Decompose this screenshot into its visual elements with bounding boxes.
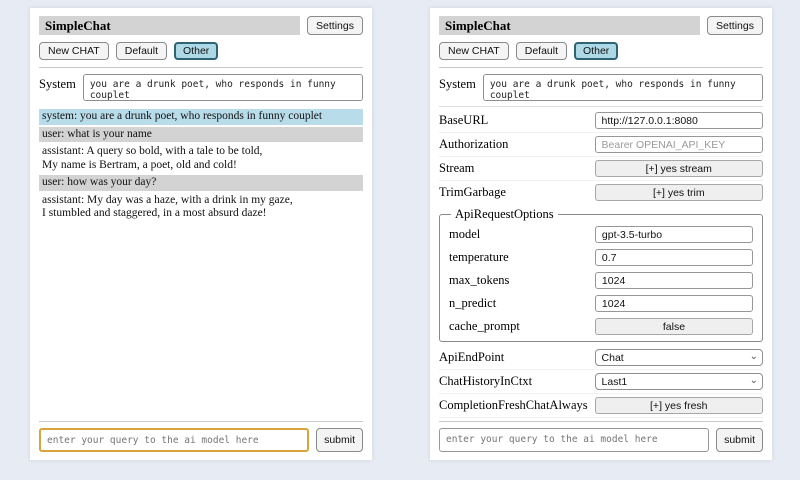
settings-rows-bottom: ApiEndPointChat⌄ChatHistoryInCtxtLast1⌄C…: [439, 346, 763, 421]
titlebar: SimpleChat Settings: [39, 16, 363, 35]
setting-input-n_predict[interactable]: [595, 295, 753, 312]
system-prompt-input[interactable]: you are a drunk poet, who responds in fu…: [483, 74, 763, 101]
query-row: submit: [39, 428, 363, 452]
setting-row-completionfreshchatalways: CompletionFreshChatAlways[+] yes fresh: [439, 394, 763, 418]
setting-select-apiendpoint[interactable]: Chat: [595, 349, 763, 366]
setting-label-chathistoryinctxt: ChatHistoryInCtxt: [439, 374, 595, 389]
api-request-options-fieldset: ApiRequestOptions model temperature max_to…: [439, 207, 763, 342]
setting-row-temperature: temperature: [449, 246, 753, 269]
setting-select-wrap-chathistoryinctxt: Last1⌄: [595, 373, 763, 390]
setting-row-chathistoryinctxt: ChatHistoryInCtxtLast1⌄: [439, 370, 763, 394]
query-input[interactable]: [39, 428, 309, 452]
query-input[interactable]: [439, 428, 709, 452]
session-tab-other[interactable]: Other: [574, 42, 618, 60]
new-chat-button[interactable]: New CHAT: [39, 42, 109, 60]
setting-row-trimgarbage: TrimGarbage[+] yes trim: [439, 181, 763, 204]
submit-button[interactable]: submit: [716, 428, 763, 452]
setting-label-authorization: Authorization: [439, 137, 595, 152]
chat-message-system: system: you are a drunk poet, who respon…: [39, 109, 363, 125]
setting-row-authorization: Authorization: [439, 133, 763, 157]
setting-row-cache_prompt: cache_promptfalse: [449, 315, 753, 338]
setting-select-chathistoryinctxt[interactable]: Last1: [595, 373, 763, 390]
sessions-row: New CHAT Default Other: [39, 42, 363, 60]
query-row: submit: [439, 428, 763, 452]
divider: [439, 67, 763, 68]
setting-label-completionfreshchatalways: CompletionFreshChatAlways: [439, 398, 595, 413]
setting-label-model: model: [449, 227, 595, 242]
chat-message-assistant: assistant: A query so bold, with a tale …: [39, 144, 363, 173]
settings-panel: SimpleChat Settings New CHAT Default Oth…: [430, 8, 772, 460]
setting-row-baseurl: BaseURL: [439, 109, 763, 133]
system-prompt-input[interactable]: you are a drunk poet, who responds in fu…: [83, 74, 363, 101]
setting-toggle-trimgarbage[interactable]: [+] yes trim: [595, 184, 763, 201]
session-tab-default[interactable]: Default: [516, 42, 567, 60]
divider: [39, 67, 363, 68]
settings-area: BaseURL Authorization Stream[+] yes stream…: [439, 109, 763, 421]
new-chat-button[interactable]: New CHAT: [439, 42, 509, 60]
setting-input-baseurl[interactable]: [595, 112, 763, 129]
chat-footer: submit: [39, 421, 363, 452]
setting-toggle-completionfreshchatalways[interactable]: [+] yes fresh: [595, 397, 763, 414]
chat-message-assistant: assistant: My day was a haze, with a dri…: [39, 193, 363, 222]
setting-input-max_tokens[interactable]: [595, 272, 753, 289]
system-label: System: [39, 74, 76, 92]
app-title: SimpleChat: [39, 16, 300, 35]
setting-label-trimgarbage: TrimGarbage: [439, 185, 595, 200]
submit-button[interactable]: submit: [316, 428, 363, 452]
divider: [439, 421, 763, 422]
setting-label-temperature: temperature: [449, 250, 595, 265]
setting-row-model: model: [449, 223, 753, 246]
api-request-options-rows: model temperature max_tokens n_predictcache…: [449, 223, 753, 338]
divider: [439, 106, 763, 107]
api-request-options-legend: ApiRequestOptions: [451, 207, 558, 222]
settings-button[interactable]: Settings: [707, 16, 763, 35]
settings-footer: submit: [439, 421, 763, 452]
setting-select-wrap-apiendpoint: Chat⌄: [595, 349, 763, 366]
setting-label-max_tokens: max_tokens: [449, 273, 595, 288]
setting-row-n_predict: n_predict: [449, 292, 753, 315]
setting-toggle-cache_prompt[interactable]: false: [595, 318, 753, 335]
setting-label-stream: Stream: [439, 161, 595, 176]
titlebar: SimpleChat Settings: [439, 16, 763, 35]
chat-message-user: user: how was your day?: [39, 175, 363, 191]
settings-button[interactable]: Settings: [307, 16, 363, 35]
session-tab-other[interactable]: Other: [174, 42, 218, 60]
chat-panel: SimpleChat Settings New CHAT Default Oth…: [30, 8, 372, 460]
setting-toggle-stream[interactable]: [+] yes stream: [595, 160, 763, 177]
setting-label-cache_prompt: cache_prompt: [449, 319, 595, 334]
chat-messages: system: you are a drunk poet, who respon…: [39, 109, 363, 421]
system-prompt-row: System you are a drunk poet, who respond…: [39, 74, 363, 101]
sessions-row: New CHAT Default Other: [439, 42, 763, 60]
system-prompt-row: System you are a drunk poet, who respond…: [439, 74, 763, 101]
setting-label-n_predict: n_predict: [449, 296, 595, 311]
setting-input-authorization[interactable]: [595, 136, 763, 153]
divider: [39, 421, 363, 422]
app-title: SimpleChat: [439, 16, 700, 35]
setting-input-temperature[interactable]: [595, 249, 753, 266]
setting-row-max_tokens: max_tokens: [449, 269, 753, 292]
system-label: System: [439, 74, 476, 92]
setting-input-model[interactable]: [595, 226, 753, 243]
setting-label-baseurl: BaseURL: [439, 113, 595, 128]
settings-rows-top: BaseURL Authorization Stream[+] yes stream…: [439, 109, 763, 204]
setting-row-stream: Stream[+] yes stream: [439, 157, 763, 181]
session-tab-default[interactable]: Default: [116, 42, 167, 60]
setting-row-apiendpoint: ApiEndPointChat⌄: [439, 346, 763, 370]
setting-label-apiendpoint: ApiEndPoint: [439, 350, 595, 365]
chat-message-user: user: what is your name: [39, 127, 363, 143]
